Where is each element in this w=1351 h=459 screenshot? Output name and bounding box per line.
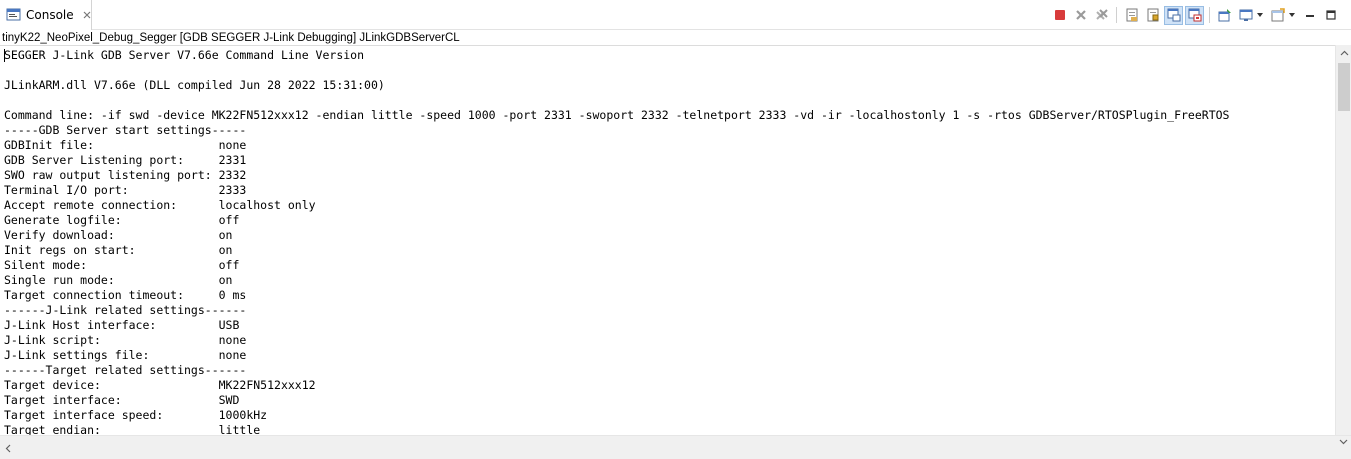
horizontal-scrollbar[interactable]	[0, 435, 1351, 459]
console-lines: SEGGER J-Link GDB Server V7.66e Command …	[4, 48, 1229, 435]
console-line: Target interface speed: 1000kHz	[4, 408, 268, 422]
console-line: JLinkARM.dll V7.66e (DLL compiled Jun 28…	[4, 78, 385, 92]
vertical-scroll-thumb[interactable]	[1338, 63, 1350, 111]
console-line: ------J-Link related settings------	[4, 303, 247, 317]
toolbar-separator	[1116, 7, 1117, 23]
console-line: Command line: -if swd -device MK22FN512x…	[4, 108, 1230, 122]
remove-all-terminated-icon[interactable]	[1092, 6, 1111, 25]
close-icon[interactable]	[81, 9, 93, 21]
console-line: Accept remote connection: localhost only	[4, 198, 316, 212]
console-line: J-Link script: none	[4, 333, 247, 347]
console-line: ------Target related settings------	[4, 363, 247, 377]
tab-console[interactable]: Console	[0, 0, 92, 30]
console-line: J-Link Host interface: USB	[4, 318, 240, 332]
pin-console-icon[interactable]	[1215, 6, 1234, 25]
text-caret	[4, 49, 5, 62]
console-output[interactable]: SEGGER J-Link GDB Server V7.66e Command …	[0, 45, 1335, 435]
console-line: GDB Server Listening port: 2331	[4, 153, 247, 167]
console-line: Silent mode: off	[4, 258, 240, 272]
console-line: SWO raw output listening port: 2332	[4, 168, 247, 182]
scroll-down-icon[interactable]	[1335, 436, 1351, 448]
console-line: Verify download: on	[4, 228, 233, 242]
scroll-up-icon[interactable]	[1336, 45, 1351, 61]
vertical-scrollbar[interactable]	[1335, 45, 1351, 435]
console-line: Target endian: little	[4, 423, 261, 435]
tab-label: Console	[26, 8, 74, 22]
console-line: J-Link settings file: none	[4, 348, 247, 362]
console-icon	[6, 8, 22, 22]
console-line: Single run mode: on	[4, 273, 233, 287]
console-line: Target device: MK22FN512xxx12	[4, 378, 316, 392]
console-line: Target connection timeout: 0 ms	[4, 288, 247, 302]
console-line: -----GDB Server start settings-----	[4, 123, 247, 137]
remove-launch-icon[interactable]	[1071, 6, 1090, 25]
console-line: Terminal I/O port: 2333	[4, 183, 247, 197]
chevron-down-icon[interactable]	[1256, 6, 1264, 25]
console-toolbar	[1049, 5, 1341, 25]
minimize-icon[interactable]	[1300, 6, 1319, 25]
console-line: Init regs on start: on	[4, 243, 233, 257]
console-line: GDBInit file: none	[4, 138, 247, 152]
view-tab-bar: Console	[0, 0, 1351, 30]
console-line: Generate logfile: off	[4, 213, 240, 227]
show-console-on-stderr-icon[interactable]	[1185, 5, 1204, 25]
display-selected-console-icon[interactable]	[1236, 6, 1255, 25]
show-console-on-stdout-icon[interactable]	[1164, 5, 1183, 25]
chevron-down-icon[interactable]	[1288, 6, 1296, 25]
scroll-lock-icon[interactable]	[1143, 6, 1162, 25]
console-line: Target interface: SWD	[4, 393, 240, 407]
open-console-icon[interactable]	[1268, 6, 1287, 25]
maximize-icon[interactable]	[1321, 6, 1340, 25]
clear-console-icon[interactable]	[1122, 6, 1141, 25]
scroll-left-icon[interactable]	[0, 440, 16, 456]
toolbar-separator	[1209, 7, 1210, 23]
console-line: SEGGER J-Link GDB Server V7.66e Command …	[4, 48, 365, 62]
process-label: tinyK22_NeoPixel_Debug_Segger [GDB SEGGE…	[2, 32, 460, 44]
terminate-icon[interactable]	[1050, 6, 1069, 25]
